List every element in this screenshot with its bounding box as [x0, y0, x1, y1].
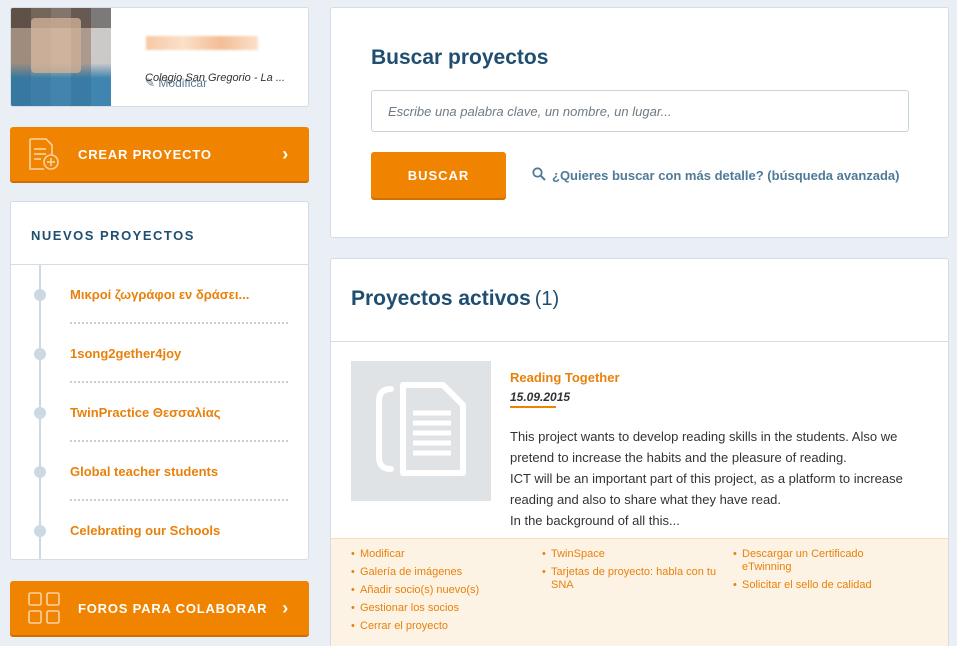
- advanced-search-label: ¿Quieres buscar con más detalle? (búsque…: [552, 168, 900, 183]
- action-close-project-link[interactable]: Cerrar el proyecto: [351, 620, 521, 633]
- description-line: ICT will be an important part of this pr…: [510, 471, 903, 507]
- new-project-link[interactable]: 1song2gether4joy: [70, 346, 181, 361]
- timeline-dot: [34, 525, 46, 537]
- list-item[interactable]: Global teacher students: [11, 442, 308, 501]
- action-twinspace-link[interactable]: TwinSpace: [542, 548, 717, 561]
- project-description: This project wants to develop reading sk…: [510, 426, 940, 531]
- project-actions: Modificar Galería de imágenes Añadir soc…: [331, 538, 948, 646]
- school-name: Colegio San Gregorio - La ...: [145, 72, 286, 84]
- action-modify-link[interactable]: Modificar: [351, 548, 521, 561]
- document-icon: [376, 382, 466, 476]
- description-line: In the background of all this...: [510, 513, 680, 528]
- search-icon: [532, 167, 546, 184]
- action-add-partner-link[interactable]: Añadir socio(s) nuevo(s): [351, 584, 521, 597]
- active-projects-panel: Proyectos activos (1) Reading Together 15…: [330, 258, 949, 646]
- forums-button[interactable]: FOROS PARA COLABORAR ›: [10, 581, 309, 635]
- search-input[interactable]: [371, 90, 909, 132]
- search-panel: Buscar proyectos BUSCAR ¿Quieres buscar …: [330, 7, 949, 238]
- active-projects-title: Proyectos activos: [351, 287, 531, 310]
- actions-column-3: Descargar un Certificado eTwinning Solic…: [733, 548, 903, 597]
- active-projects-count: (1): [534, 288, 560, 310]
- user-name-blurred: [146, 36, 258, 50]
- search-title: Buscar proyectos: [371, 46, 549, 69]
- new-project-link[interactable]: TwinPractice Θεσσαλίας: [70, 405, 221, 420]
- create-project-button[interactable]: CREAR PROYECTO ›: [10, 127, 309, 181]
- timeline-dot: [34, 289, 46, 301]
- project-thumbnail[interactable]: [351, 361, 491, 501]
- action-manage-partners-link[interactable]: Gestionar los socios: [351, 602, 521, 615]
- divider: [510, 406, 556, 408]
- action-gallery-link[interactable]: Galería de imágenes: [351, 566, 521, 579]
- active-projects-header: Proyectos activos (1): [331, 259, 948, 342]
- document-add-icon: [26, 136, 62, 172]
- timeline-dot: [34, 466, 46, 478]
- advanced-search-link[interactable]: ¿Quieres buscar con más detalle? (búsque…: [532, 167, 900, 184]
- search-button[interactable]: BUSCAR: [371, 152, 506, 198]
- new-project-link[interactable]: Μικροί ζωγράφοι εν δράσει...: [70, 287, 249, 302]
- chevron-right-icon: ›: [282, 597, 289, 618]
- action-download-certificate-link[interactable]: Descargar un Certificado eTwinning: [733, 548, 903, 574]
- description-line: This project wants to develop reading sk…: [510, 429, 898, 465]
- grid-icon: [26, 590, 62, 626]
- new-project-link[interactable]: Celebrating our Schools: [70, 523, 220, 538]
- avatar[interactable]: [11, 8, 111, 106]
- list-item[interactable]: Μικροί ζωγράφοι εν δράσει...: [11, 265, 308, 324]
- list-item[interactable]: 1song2gether4joy: [11, 324, 308, 383]
- new-projects-panel: NUEVOS PROYECTOS Μικροί ζωγράφοι εν δράσ…: [10, 201, 309, 560]
- list-item[interactable]: Celebrating our Schools: [11, 501, 308, 559]
- actions-column-2: TwinSpace Tarjetas de proyecto: habla co…: [542, 548, 717, 597]
- list-item[interactable]: TwinPractice Θεσσαλίας: [11, 383, 308, 442]
- forums-label: FOROS PARA COLABORAR: [78, 600, 268, 616]
- new-projects-title: NUEVOS PROYECTOS: [11, 202, 308, 265]
- timeline-dot: [34, 407, 46, 419]
- project-date: 15.09.2015: [510, 390, 571, 404]
- new-project-link[interactable]: Global teacher students: [70, 464, 218, 479]
- timeline-dot: [34, 348, 46, 360]
- actions-column-1: Modificar Galería de imágenes Añadir soc…: [351, 548, 521, 638]
- create-project-label: CREAR PROYECTO: [78, 146, 212, 162]
- chevron-right-icon: ›: [282, 143, 289, 164]
- action-quality-label-link[interactable]: Solicitar el sello de calidad: [733, 579, 903, 592]
- profile-card: ✎ Modificar Colegio San Gregorio - La ..…: [10, 7, 309, 107]
- project-title-link[interactable]: Reading Together: [510, 370, 620, 385]
- action-project-cards-link[interactable]: Tarjetas de proyecto: habla con tu SNA: [542, 566, 717, 592]
